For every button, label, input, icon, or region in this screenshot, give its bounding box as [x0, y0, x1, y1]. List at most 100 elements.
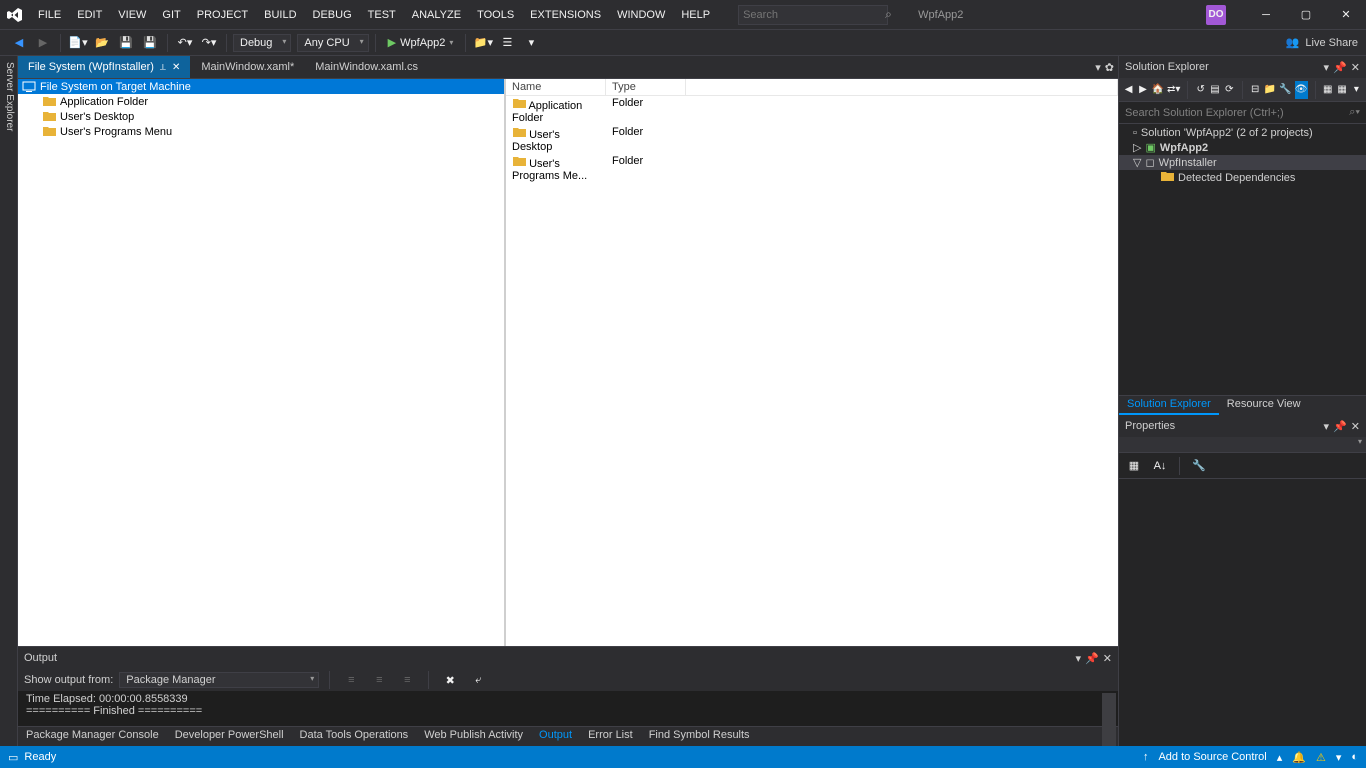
se-back-icon[interactable]: ◀	[1123, 81, 1134, 99]
output-tb-icon[interactable]: ≡	[396, 669, 418, 691]
menu-analyze[interactable]: ANALYZE	[404, 0, 469, 30]
tab-overflow-icon[interactable]: ▾	[1095, 61, 1101, 74]
out-tab-errorlist[interactable]: Error List	[580, 727, 641, 746]
nav-forward-icon[interactable]: ▶	[32, 32, 54, 54]
close-button[interactable]: ✕	[1326, 0, 1366, 30]
properties-selector[interactable]: ▾	[1119, 437, 1366, 453]
alphabetical-icon[interactable]: A↓	[1149, 455, 1171, 477]
dropdown-icon[interactable]: ▾	[1324, 61, 1330, 74]
tab-mainwindow-xaml[interactable]: MainWindow.xaml*	[191, 56, 305, 78]
expand-icon[interactable]: ▷	[1133, 141, 1141, 154]
menu-view[interactable]: VIEW	[110, 0, 154, 30]
col-header-name[interactable]: Name	[506, 79, 606, 95]
config-selector[interactable]: Debug	[233, 34, 291, 52]
out-tab-output[interactable]: Output	[531, 727, 580, 746]
pin-icon[interactable]: 📌	[1085, 652, 1099, 665]
pin-icon[interactable]: 📌	[1333, 420, 1347, 433]
status-icon[interactable]: ◐	[1351, 751, 1358, 763]
search-box[interactable]: ⌕	[738, 5, 888, 25]
menu-edit[interactable]: EDIT	[69, 0, 110, 30]
detected-dependencies[interactable]: Detected Dependencies	[1119, 170, 1366, 186]
maximize-button[interactable]: ▢	[1286, 0, 1326, 30]
scrollbar[interactable]	[1102, 693, 1116, 746]
output-tb-icon[interactable]: ≡	[340, 669, 362, 691]
se-home-icon[interactable]: 🏠	[1152, 81, 1164, 99]
save-icon[interactable]: 💾	[115, 32, 137, 54]
menu-tools[interactable]: TOOLS	[469, 0, 522, 30]
fs-tree-root[interactable]: File System on Target Machine	[18, 79, 504, 94]
close-icon[interactable]: ✕	[1351, 420, 1360, 433]
se-icon[interactable]: ▦	[1322, 81, 1333, 99]
se-icon[interactable]: ▾	[1351, 81, 1362, 99]
menu-build[interactable]: BUILD	[256, 0, 304, 30]
out-tab-datatools[interactable]: Data Tools Operations	[292, 727, 417, 746]
start-debug-button[interactable]: ▶ WpfApp2 ▾	[382, 36, 460, 49]
menu-extensions[interactable]: EXTENSIONS	[522, 0, 609, 30]
categorized-icon[interactable]: ▦	[1123, 455, 1145, 477]
add-source-control[interactable]: Add to Source Control	[1158, 751, 1266, 763]
se-filter-icon[interactable]: ▤	[1209, 81, 1220, 99]
se-collapse-icon[interactable]: ⊟	[1250, 81, 1261, 99]
nav-back-icon[interactable]: ◀	[8, 32, 30, 54]
output-source-selector[interactable]: Package Manager	[119, 672, 319, 688]
search-input[interactable]	[743, 9, 885, 21]
se-showall-icon[interactable]: 📁	[1264, 81, 1276, 99]
close-icon[interactable]: ✕	[1351, 61, 1360, 74]
list-row[interactable]: User's Programs Me... Folder	[506, 154, 1118, 183]
dropdown-icon[interactable]: ▾	[1324, 420, 1330, 433]
toolbar-icon-2[interactable]: ☰	[496, 32, 518, 54]
status-icon[interactable]: ▾	[1336, 751, 1342, 764]
se-sync-icon[interactable]: ↺	[1195, 81, 1206, 99]
se-refresh-icon[interactable]: ⟳	[1224, 81, 1235, 99]
chevron-up-icon[interactable]: ▴	[1277, 751, 1283, 764]
out-tab-powershell[interactable]: Developer PowerShell	[167, 727, 292, 746]
open-icon[interactable]: 📂	[91, 32, 113, 54]
server-explorer-rail[interactable]: Server Explorer	[0, 56, 18, 746]
menu-debug[interactable]: DEBUG	[305, 0, 360, 30]
new-item-icon[interactable]: 📄▾	[67, 32, 89, 54]
status-icon[interactable]: ⚠	[1316, 751, 1326, 764]
menu-help[interactable]: HELP	[673, 0, 718, 30]
list-row[interactable]: Application Folder Folder	[506, 96, 1118, 125]
output-clear-icon[interactable]: ✖	[439, 669, 461, 691]
output-wrap-icon[interactable]: ⤶	[467, 669, 489, 691]
toolbar-icon-1[interactable]: 📁▾	[472, 32, 494, 54]
fs-tree-item[interactable]: User's Programs Menu	[18, 124, 504, 139]
fs-tree-item[interactable]: Application Folder	[18, 94, 504, 109]
project-wpfapp2[interactable]: ▷ ▣ WpfApp2	[1119, 140, 1366, 155]
menu-file[interactable]: FILE	[30, 0, 69, 30]
redo-icon[interactable]: ↷▾	[198, 32, 220, 54]
se-props-icon[interactable]: 🔧	[1279, 81, 1291, 99]
menu-git[interactable]: GIT	[154, 0, 188, 30]
pin-icon[interactable]: 📌	[1333, 61, 1347, 74]
props-icon[interactable]: 🔧	[1188, 455, 1210, 477]
save-all-icon[interactable]: 💾	[139, 32, 161, 54]
expand-icon[interactable]: ▽	[1133, 156, 1141, 169]
list-row[interactable]: User's Desktop Folder	[506, 125, 1118, 154]
tab-solution-explorer[interactable]: Solution Explorer	[1119, 396, 1219, 415]
fs-tree-item[interactable]: User's Desktop	[18, 109, 504, 124]
out-tab-webpublish[interactable]: Web Publish Activity	[416, 727, 531, 746]
output-text[interactable]: Time Elapsed: 00:00:00.8558339 =========…	[18, 691, 1118, 726]
solution-root[interactable]: ▫ Solution 'WpfApp2' (2 of 2 projects)	[1119, 126, 1366, 140]
tab-file-system[interactable]: File System (WpfInstaller) ⟂ ✕	[18, 56, 191, 78]
out-tab-findsymbol[interactable]: Find Symbol Results	[641, 727, 758, 746]
pin-icon[interactable]: ⟂	[160, 62, 166, 73]
toolbar-icon-3[interactable]: ▾	[520, 32, 542, 54]
output-tb-icon[interactable]: ≡	[368, 669, 390, 691]
out-tab-pmc[interactable]: Package Manager Console	[18, 727, 167, 746]
live-share-button[interactable]: Live Share	[1305, 37, 1358, 49]
tab-mainwindow-cs[interactable]: MainWindow.xaml.cs	[305, 56, 429, 78]
user-badge[interactable]: DO	[1206, 5, 1226, 25]
dropdown-icon[interactable]: ▾	[1076, 652, 1082, 665]
se-preview-icon[interactable]: 👁	[1295, 81, 1308, 99]
menu-test[interactable]: TEST	[360, 0, 404, 30]
tab-resource-view[interactable]: Resource View	[1219, 396, 1309, 415]
minimize-button[interactable]: ─	[1246, 0, 1286, 30]
se-switch-icon[interactable]: ⇄▾	[1167, 81, 1180, 99]
solution-search[interactable]: Search Solution Explorer (Ctrl+;) ⌕▾	[1119, 102, 1366, 124]
project-wpfinstaller[interactable]: ▽ ◻ WpfInstaller	[1119, 155, 1366, 170]
close-tab-icon[interactable]: ✕	[172, 62, 180, 73]
tab-settings-icon[interactable]: ✿	[1105, 61, 1114, 74]
menu-window[interactable]: WINDOW	[609, 0, 673, 30]
